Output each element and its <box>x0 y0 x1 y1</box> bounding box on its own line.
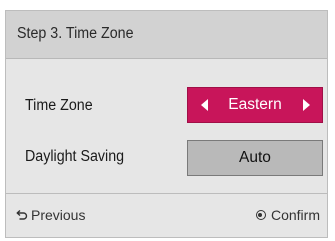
confirm-label: Confirm <box>270 207 320 223</box>
confirm-button[interactable]: Confirm <box>255 207 320 223</box>
arrow-right-icon[interactable] <box>303 99 310 111</box>
return-arrow-icon <box>16 209 28 220</box>
time-zone-value: Eastern <box>228 96 282 113</box>
dialog-title: Step 3. Time Zone <box>17 25 134 42</box>
daylight-saving-label: Daylight Saving <box>25 148 125 165</box>
time-zone-label: Time Zone <box>25 97 93 114</box>
daylight-saving-value: Auto <box>239 149 271 166</box>
previous-button[interactable]: Previous <box>16 207 85 223</box>
ok-button-icon <box>255 210 266 220</box>
dialog-header: Step 3. Time Zone <box>6 11 327 59</box>
time-zone-selector[interactable]: Eastern <box>187 87 323 123</box>
previous-label: Previous <box>31 207 86 223</box>
daylight-saving-selector[interactable]: Auto <box>187 140 323 176</box>
footer-divider <box>6 193 327 194</box>
time-zone-dialog: Step 3. Time Zone Time Zone Eastern Dayl… <box>5 10 328 238</box>
